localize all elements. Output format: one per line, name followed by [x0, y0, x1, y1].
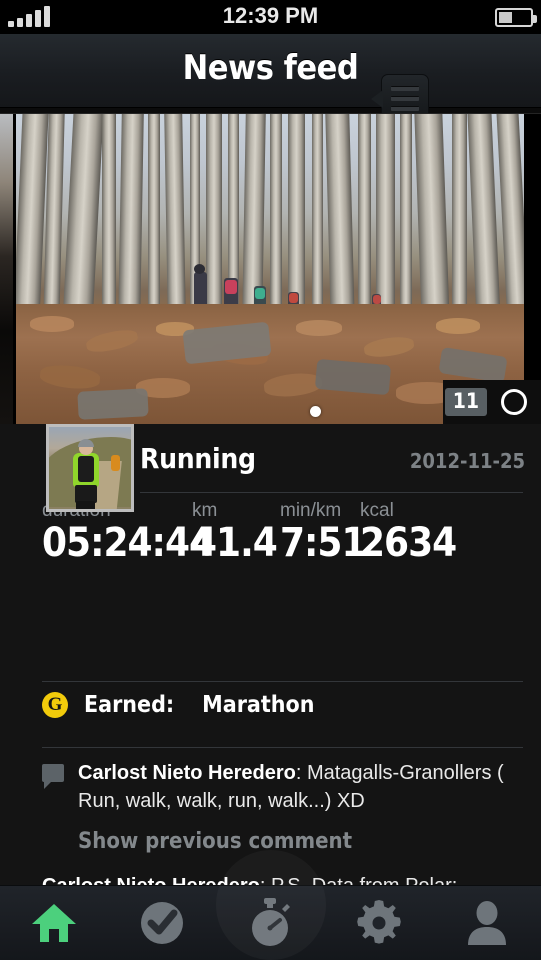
avatar-runner-socks	[76, 501, 95, 509]
photo-page-dot[interactable]	[310, 406, 321, 417]
photo-meta-bar: 11	[443, 380, 541, 424]
stat-value-duration: 05:24:44	[42, 520, 214, 566]
check-circle-icon	[140, 901, 184, 945]
divider-stats	[42, 681, 523, 682]
achievement-badge-icon: G	[42, 692, 68, 718]
earned-row: G Earned: Marathon	[42, 692, 314, 718]
activity-title-row: Running 2012-11-25	[140, 442, 525, 486]
avatar-runner-head	[78, 439, 94, 455]
avatar-far-runner	[111, 455, 120, 471]
navigation-bar: News feed	[0, 34, 541, 122]
home-icon	[31, 902, 77, 944]
stat-value-kcal: 2634	[360, 520, 457, 566]
show-previous-comment-link[interactable]: Show previous comment	[78, 829, 519, 854]
bottom-tab-bar	[0, 885, 541, 960]
photo-carousel[interactable]: 11	[0, 114, 541, 424]
tab-check[interactable]	[117, 886, 207, 960]
photo-count-badge: 11	[444, 388, 487, 416]
avatar[interactable]	[46, 424, 134, 512]
status-bar: 12:39 PM	[0, 0, 541, 34]
divider-title	[140, 492, 523, 493]
stat-value-km: 41.4	[192, 520, 278, 566]
avatar-runner-body	[73, 453, 99, 487]
news-feed-post-card: 11 Running 2012-11-25 duration km	[0, 113, 541, 960]
activity-title: Running	[140, 442, 256, 475]
activity-date: 2012-11-25	[409, 449, 525, 473]
gear-icon	[356, 900, 402, 946]
status-bar-time: 12:39 PM	[222, 3, 319, 28]
stat-label-kcal: kcal	[360, 500, 394, 521]
earned-label: Earned:	[84, 692, 175, 718]
stat-label-pace: min/km	[280, 500, 342, 521]
divider-earned	[42, 747, 523, 748]
activity-photo[interactable]	[16, 114, 524, 424]
comment-author: Carlost Nieto Heredero	[78, 762, 296, 784]
stat-values-row: 05:24:44 41.4 7:51 2634	[42, 522, 521, 564]
earned-value: Marathon	[202, 692, 315, 718]
page-title: News feed	[182, 48, 359, 88]
person-icon	[466, 900, 508, 946]
tab-settings[interactable]	[334, 886, 424, 960]
comment-first[interactable]: Carlost Nieto Heredero: Matagalls-Granol…	[42, 759, 519, 815]
battery-icon	[495, 8, 537, 27]
stat-label-km: km	[192, 500, 218, 521]
speech-bubble-icon	[42, 764, 64, 789]
camera-circle-icon[interactable]	[501, 389, 527, 415]
previous-photo-sliver[interactable]	[0, 114, 13, 424]
stat-value-pace: 7:51	[280, 520, 367, 566]
center-tab-highlight	[216, 850, 326, 960]
app-root: 12:39 PM News feed 11 Running 2012-11-25…	[0, 0, 541, 960]
tab-profile[interactable]	[442, 886, 532, 960]
tab-home[interactable]	[9, 886, 99, 960]
